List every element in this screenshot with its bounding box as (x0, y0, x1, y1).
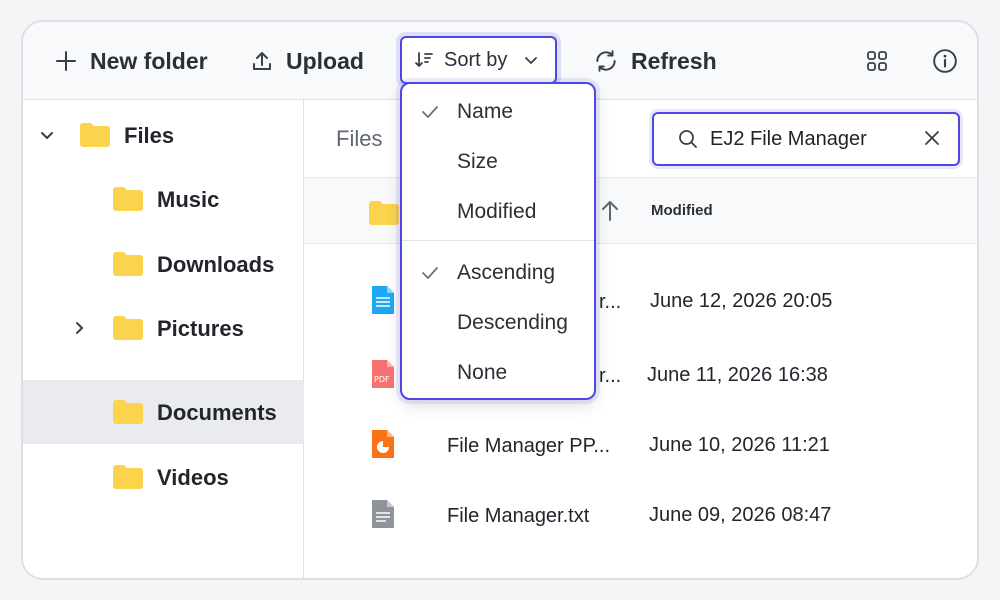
refresh-label: Refresh (631, 47, 717, 74)
folder-icon (369, 201, 399, 225)
upload-button[interactable]: Upload (250, 22, 364, 100)
table-row[interactable]: File Manager PP... June 10, 2026 11:21 (304, 410, 977, 480)
file-name: r... (599, 365, 622, 387)
menu-item-modified[interactable]: Modified (402, 188, 594, 236)
folder-icon (113, 465, 143, 489)
file-modified: June 11, 2026 16:38 (647, 364, 828, 386)
file-modified: June 09, 2026 08:47 (649, 504, 832, 526)
menu-item-descending[interactable]: Descending (402, 299, 594, 347)
check-icon (422, 106, 438, 118)
menu-item-label: Modified (457, 200, 537, 223)
tree-item-videos[interactable]: Videos (23, 445, 304, 509)
folder-icon (113, 316, 143, 340)
doc-icon (372, 286, 394, 314)
details-button[interactable] (931, 47, 959, 75)
chevron-down-icon[interactable] (39, 127, 55, 143)
column-header-modified[interactable]: Modified (651, 202, 713, 219)
sort-by-button[interactable]: Sort by (400, 36, 557, 84)
navigation-pane: Files Music Downloads Pictures Documents… (23, 100, 304, 578)
close-icon[interactable] (922, 128, 942, 148)
menu-item-name[interactable]: Name (402, 88, 594, 136)
folder-icon (113, 252, 143, 276)
folder-icon (113, 187, 143, 211)
tree-label-documents: Documents (157, 400, 277, 425)
menu-item-label: Ascending (457, 261, 556, 284)
chevron-down-icon (525, 57, 538, 64)
breadcrumb[interactable]: Files (336, 126, 382, 152)
file-modified: June 12, 2026 20:05 (650, 290, 833, 312)
refresh-button[interactable]: Refresh (593, 22, 717, 100)
upload-label: Upload (286, 47, 364, 74)
info-icon (933, 49, 957, 73)
tree-item-files[interactable]: Files (23, 103, 304, 167)
upload-icon (253, 52, 271, 70)
tree-item-downloads[interactable]: Downloads (23, 232, 304, 296)
folder-icon (80, 123, 110, 147)
txt-icon (372, 500, 394, 528)
search-box[interactable] (652, 112, 960, 166)
tree-item-pictures[interactable]: Pictures (23, 296, 304, 360)
tree-label-videos: Videos (157, 465, 229, 490)
table-row[interactable]: File Manager.txt June 09, 2026 08:47 (304, 480, 977, 550)
tree-label-pictures: Pictures (157, 316, 244, 341)
arrow-up-icon[interactable] (599, 199, 621, 223)
tree-label-downloads: Downloads (157, 252, 275, 277)
search-input[interactable] (710, 127, 910, 151)
chevron-right-icon[interactable] (71, 320, 87, 336)
file-name: File Manager.txt (447, 505, 590, 527)
check-icon (422, 267, 438, 279)
tree-label-music: Music (157, 187, 220, 212)
new-folder-label: New folder (90, 47, 208, 74)
tree-item-music[interactable]: Music (23, 167, 304, 231)
view-toggle-button[interactable] (863, 47, 891, 75)
menu-item-ascending[interactable]: Ascending (402, 249, 594, 297)
menu-item-label: Descending (457, 311, 568, 334)
ppt-icon (372, 430, 394, 458)
search-icon (679, 130, 697, 148)
file-modified: June 10, 2026 11:21 (649, 434, 830, 456)
new-folder-button[interactable]: New folder (54, 22, 208, 100)
sort-dropdown-menu: Name Size Modified Ascending Descending … (400, 82, 596, 400)
refresh-icon (596, 50, 616, 72)
folder-icon (113, 400, 143, 424)
svg-text:PDF: PDF (374, 375, 390, 384)
file-name: r... (599, 291, 622, 313)
menu-separator (402, 240, 594, 241)
menu-item-size[interactable]: Size (402, 138, 594, 186)
menu-item-label: Name (457, 100, 514, 123)
menu-item-label: Size (457, 150, 498, 173)
file-name: File Manager PP... (447, 435, 611, 457)
plus-icon (56, 51, 76, 71)
pdf-icon: PDF (372, 360, 394, 388)
menu-item-none[interactable]: None (402, 349, 594, 397)
tree-label-files: Files (124, 123, 175, 148)
sort-by-label: Sort by (444, 48, 508, 71)
tree-item-documents[interactable]: Documents (23, 380, 304, 444)
grid-view-icon (867, 51, 887, 71)
sort-icon (415, 52, 433, 67)
menu-item-label: None (457, 361, 508, 384)
